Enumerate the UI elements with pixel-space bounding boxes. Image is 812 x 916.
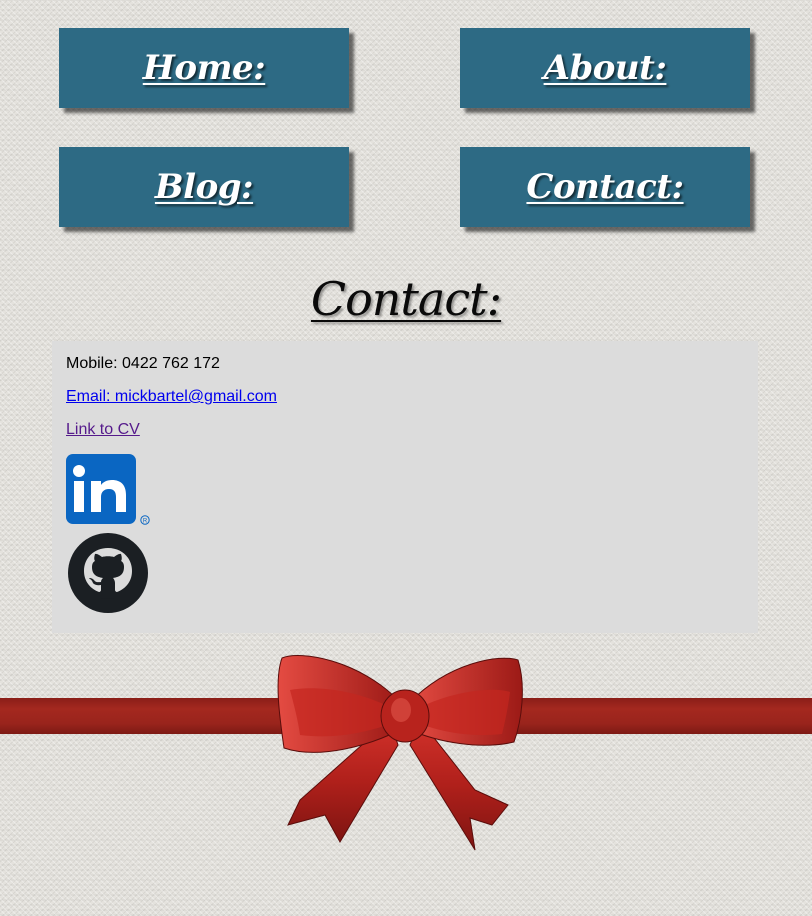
page-title: Contact:: [310, 272, 502, 326]
linkedin-logo-graphic: R: [66, 454, 150, 525]
nav-blog-button[interactable]: Blog:: [59, 147, 349, 227]
cv-link[interactable]: Link to CV: [66, 420, 140, 440]
svg-text:R: R: [143, 519, 148, 525]
github-logo-graphic: [68, 533, 148, 613]
email-link[interactable]: Email: mickbartel@gmail.com: [66, 387, 277, 407]
linkedin-icon[interactable]: R: [66, 454, 152, 528]
github-icon[interactable]: [67, 532, 149, 614]
nav-home-button[interactable]: Home:: [59, 28, 349, 108]
nav-about-button[interactable]: About:: [460, 28, 750, 108]
ribbon-bow-image: [277, 655, 523, 851]
mobile-number: Mobile: 0422 762 172: [66, 355, 220, 372]
nav-contact-button[interactable]: Contact:: [460, 147, 750, 227]
contact-box: Mobile: 0422 762 172 Email: mickbartel@g…: [52, 341, 758, 633]
